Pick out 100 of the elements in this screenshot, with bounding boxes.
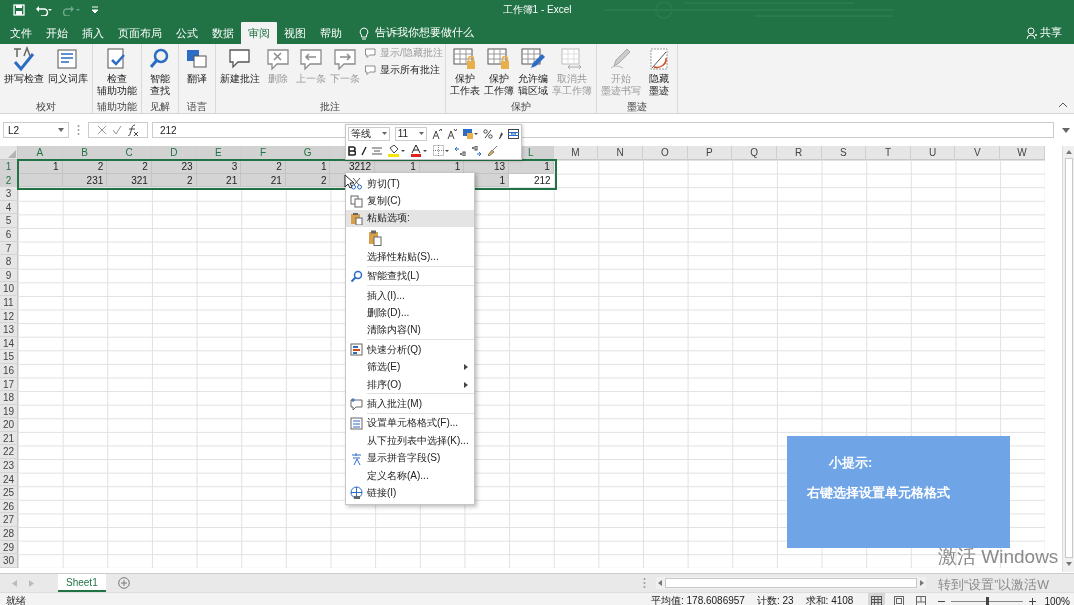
format-painter-icon[interactable] xyxy=(487,145,498,156)
column-header[interactable]: A xyxy=(18,146,63,160)
fill-color-icon[interactable] xyxy=(387,144,405,157)
column-header[interactable]: B xyxy=(62,146,108,160)
row-header[interactable]: 25 xyxy=(0,486,18,500)
row-header[interactable]: 8 xyxy=(0,255,18,269)
column-header[interactable]: V xyxy=(955,146,1001,160)
italic-icon[interactable] xyxy=(361,145,367,156)
row-header[interactable]: 3 xyxy=(0,187,18,201)
menu-item[interactable]: 显示拼音字段(S) xyxy=(346,449,474,467)
menu-item[interactable]: 插入(I)... xyxy=(346,286,474,305)
ribbon-button[interactable]: 翻译 xyxy=(181,46,213,85)
merge-cells-icon[interactable] xyxy=(508,128,519,139)
row-header[interactable]: 10 xyxy=(0,282,18,296)
menu-item[interactable]: 链接(I) xyxy=(346,484,474,502)
expand-icon[interactable] xyxy=(1062,127,1070,133)
function-icon[interactable] xyxy=(127,124,139,136)
increase-decimal-icon[interactable] xyxy=(455,145,466,156)
menu-item[interactable]: 快速分析(Q) xyxy=(346,341,474,359)
menu-item[interactable]: 选择性粘贴(S)... xyxy=(346,248,474,266)
borders-icon[interactable] xyxy=(433,145,450,156)
row-header[interactable]: 15 xyxy=(0,350,18,364)
number-format-icon[interactable] xyxy=(462,127,478,140)
column-header[interactable]: C xyxy=(107,146,152,160)
font-color-icon[interactable] xyxy=(410,144,428,157)
column-header[interactable]: D xyxy=(151,146,197,160)
paste-icon[interactable] xyxy=(368,229,382,246)
menu-item[interactable]: 复制(C) xyxy=(346,192,474,210)
row-header[interactable]: 22 xyxy=(0,445,18,460)
column-header[interactable]: T xyxy=(866,146,911,160)
ribbon-button[interactable]: 允许编 辑区域 xyxy=(515,46,550,96)
grow-font-icon[interactable] xyxy=(432,128,442,139)
ribbon-button[interactable]: 保护 工作表 xyxy=(447,46,482,96)
row-header[interactable]: 23 xyxy=(0,459,18,473)
collapse-icon[interactable] xyxy=(1058,101,1068,109)
shrink-font-icon[interactable] xyxy=(447,128,457,139)
bold-icon[interactable] xyxy=(348,145,356,156)
row-header[interactable]: 13 xyxy=(0,323,18,337)
search-prompt[interactable]: 告诉我你想要做什么 xyxy=(375,26,474,40)
name-box[interactable]: L2 xyxy=(3,122,69,138)
font-size-field[interactable]: 11 xyxy=(394,126,427,141)
ribbon-tab[interactable]: 审阅 xyxy=(241,22,277,44)
page-break-icon[interactable] xyxy=(916,596,927,605)
column-header[interactable]: Q xyxy=(732,146,777,160)
menu-item[interactable]: 清除内容(N) xyxy=(346,321,474,340)
font-field[interactable]: 等线 xyxy=(348,126,390,141)
page-layout-icon[interactable] xyxy=(894,596,905,605)
row-header[interactable]: 20 xyxy=(0,418,18,432)
row-header[interactable]: 18 xyxy=(0,391,18,405)
add-sheet-icon[interactable] xyxy=(117,577,130,589)
row-header[interactable]: 27 xyxy=(0,513,18,528)
ribbon-button[interactable]: 显示所有批注 xyxy=(364,63,443,77)
row-header[interactable]: 5 xyxy=(0,214,18,228)
column-header[interactable]: U xyxy=(910,146,956,160)
ribbon-tab[interactable]: 页面布局 xyxy=(111,22,169,44)
ribbon-tab[interactable]: 视图 xyxy=(277,22,313,44)
menu-item[interactable]: 插入批注(M) xyxy=(346,395,474,413)
column-header[interactable]: P xyxy=(687,146,733,160)
ribbon-tab[interactable]: 开始 xyxy=(39,22,75,44)
decrease-decimal-icon[interactable] xyxy=(471,145,482,156)
ribbon-tab[interactable]: 公式 xyxy=(169,22,205,44)
plus-icon[interactable] xyxy=(1029,597,1037,605)
column-header[interactable]: S xyxy=(821,146,867,160)
customize-icon[interactable] xyxy=(91,3,99,16)
column-header[interactable]: G xyxy=(285,146,331,160)
column-header[interactable]: M xyxy=(553,146,599,160)
zoom-level[interactable]: 100% xyxy=(1038,595,1074,605)
menu-item[interactable]: 从下拉列表中选择(K)... xyxy=(346,432,474,450)
row-header[interactable]: 28 xyxy=(0,527,18,541)
menu-item[interactable]: 粘贴选项: xyxy=(346,209,474,228)
column-header[interactable]: W xyxy=(1000,146,1045,160)
cancel-icon[interactable] xyxy=(97,125,107,135)
ribbon-tab[interactable]: 文件 xyxy=(3,22,39,44)
share-button[interactable]: 共享 xyxy=(1026,22,1074,44)
row-header[interactable]: 1 xyxy=(0,160,18,174)
column-header[interactable]: E xyxy=(196,146,242,160)
menu-item[interactable]: 设置单元格格式(F)... xyxy=(346,414,474,433)
scroll-thumb[interactable] xyxy=(1064,158,1073,558)
ribbon-button[interactable]: 智能 查找 xyxy=(144,46,176,96)
scroll-thumb[interactable] xyxy=(665,578,917,588)
menu-item[interactable]: 定义名称(A)... xyxy=(346,466,474,485)
save-icon[interactable] xyxy=(13,3,25,16)
menu-item[interactable]: 删除(D)... xyxy=(346,304,474,322)
menu-item[interactable]: 智能查找(L) xyxy=(346,267,474,285)
ribbon-tab[interactable]: 帮助 xyxy=(313,22,349,44)
column-header[interactable]: N xyxy=(598,146,643,160)
ribbon-button[interactable]: 新建批注 xyxy=(218,46,262,85)
normal-view-icon[interactable] xyxy=(871,596,883,605)
vertical-scrollbar[interactable] xyxy=(1062,146,1074,572)
ribbon-button[interactable]: 保护 工作簿 xyxy=(481,46,516,96)
column-header[interactable]: F xyxy=(241,146,286,160)
check-icon[interactable] xyxy=(112,125,122,135)
ribbon-button[interactable]: 检查 辅助功能 xyxy=(95,46,139,96)
percent-icon[interactable] xyxy=(483,128,493,139)
column-header[interactable]: O xyxy=(642,146,688,160)
ribbon-tab[interactable]: 插入 xyxy=(75,22,111,44)
row-header[interactable]: 30 xyxy=(0,554,18,568)
ribbon-tab[interactable]: 数据 xyxy=(205,22,241,44)
horizontal-scrollbar[interactable] xyxy=(656,577,926,589)
menu-item[interactable]: 筛选(E) xyxy=(346,358,474,376)
